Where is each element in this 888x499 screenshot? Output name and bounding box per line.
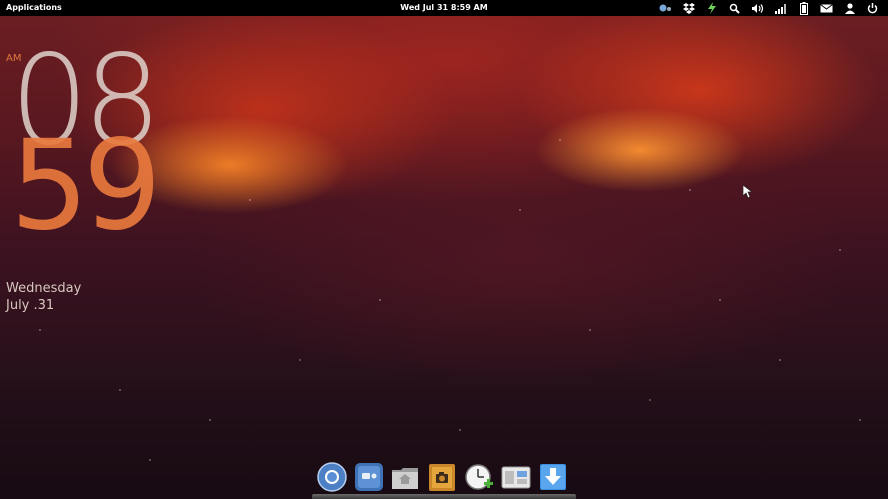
photo-viewer-icon[interactable] [354, 462, 384, 492]
mail-icon[interactable] [815, 1, 838, 15]
indicator-area [654, 1, 884, 15]
bluetooth-icon[interactable] [654, 1, 677, 15]
clock-day: Wednesday [6, 281, 82, 296]
system-settings-icon[interactable] [501, 462, 531, 492]
dropbox-icon[interactable] [677, 1, 700, 15]
screenshot-camera-icon[interactable] [427, 462, 457, 492]
dock [312, 458, 576, 499]
dock-background [312, 494, 576, 499]
download-manager-icon[interactable] [538, 462, 568, 492]
top-panel: Applications Wed Jul 31 8:59 AM [0, 0, 888, 16]
chromium-browser-icon[interactable] [317, 462, 347, 492]
search-icon[interactable] [723, 1, 746, 15]
power-lightning-icon[interactable] [700, 1, 723, 15]
panel-clock[interactable]: Wed Jul 31 8:59 AM [400, 3, 487, 12]
user-icon[interactable] [838, 1, 861, 15]
files-home-icon[interactable] [390, 462, 420, 492]
mouse-cursor-icon [742, 184, 754, 203]
clock-date: July .31 [6, 298, 55, 313]
power-icon[interactable] [861, 1, 884, 15]
applications-menu[interactable]: Applications [6, 3, 62, 12]
battery-icon[interactable] [792, 1, 815, 15]
clock-minutes: 59 [10, 114, 162, 258]
alarm-clock-icon[interactable] [464, 462, 494, 492]
volume-icon[interactable] [746, 1, 769, 15]
network-signal-icon[interactable] [769, 1, 792, 15]
